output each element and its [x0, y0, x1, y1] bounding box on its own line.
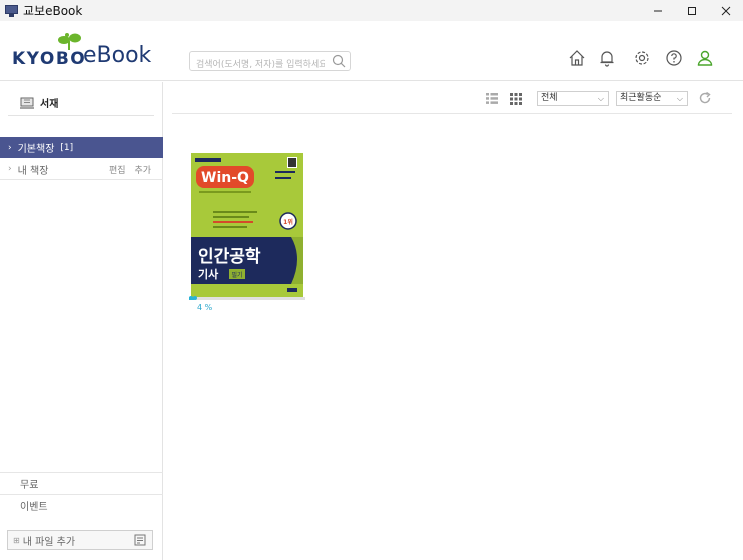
settings-button[interactable] — [632, 48, 652, 68]
edit-shelf-button[interactable]: 편집 — [109, 166, 126, 176]
logo-kyobo-text: KYOBO — [12, 49, 87, 69]
title-bar: 교보eBook — [0, 0, 743, 21]
book-subtitle: 기사 — [198, 267, 219, 281]
sort-value: 최근활동순 — [620, 93, 662, 103]
book-cover-art: Win-Q 1위 인간공학 기사 필기 — [191, 153, 303, 298]
chevron-right-icon: › — [8, 164, 12, 174]
add-my-file-button[interactable]: ⊞ 내 파일 추가 — [7, 530, 153, 550]
search-icon[interactable] — [332, 54, 346, 68]
gear-icon — [635, 51, 649, 65]
refresh-icon[interactable] — [698, 91, 712, 105]
sidebar-item-event[interactable]: 이벤트 — [0, 494, 163, 516]
app-icon — [5, 4, 18, 17]
event-label: 이벤트 — [20, 502, 48, 513]
bell-icon — [600, 51, 614, 67]
memo-icon — [134, 534, 146, 546]
sidebar-item-my-shelf[interactable]: › 내 책장 편집 추가 — [0, 159, 163, 180]
list-view-icon[interactable] — [486, 93, 498, 104]
kyobo-ebook-logo[interactable]: KYOBO eBook — [12, 33, 152, 73]
sort-select[interactable]: 최근활동순 ⌵ — [616, 91, 688, 106]
library-title: 서재 — [40, 99, 59, 110]
free-label: 무료 — [20, 480, 39, 491]
maximize-button[interactable] — [675, 0, 709, 21]
library-header[interactable]: 서재 — [8, 90, 154, 116]
grid-view-icon[interactable] — [510, 93, 522, 105]
sidebar: 서재 › 기본책장 [1] › 내 책장 편집 추가 무료 이벤트 ⊞ 내 파일… — [0, 82, 163, 560]
search-box — [189, 51, 351, 74]
book-cover[interactable]: Win-Q 1위 인간공학 기사 필기 — [191, 153, 303, 298]
basic-shelf-label: 기본책장 — [17, 144, 55, 155]
notification-button[interactable] — [597, 48, 617, 68]
home-button[interactable] — [567, 48, 587, 68]
filter-value: 전체 — [541, 93, 558, 103]
close-icon — [721, 6, 731, 15]
basic-shelf-count: [1] — [60, 142, 74, 153]
logo-ebook-text: eBook — [83, 43, 152, 68]
filter-select[interactable]: 전체 ⌵ — [537, 91, 609, 106]
add-shelf-button[interactable]: 추가 — [134, 166, 151, 176]
help-icon — [666, 50, 682, 66]
account-button[interactable] — [695, 48, 715, 68]
chevron-right-icon: › — [8, 142, 12, 153]
progress-marker — [193, 296, 197, 300]
rank-badge: 1위 — [283, 218, 293, 226]
book-tag: 필기 — [231, 271, 242, 279]
help-button[interactable] — [664, 48, 684, 68]
chevron-down-icon: ⌵ — [597, 94, 604, 103]
chevron-down-icon: ⌵ — [676, 94, 683, 103]
window-title: 교보eBook — [23, 4, 83, 18]
plus-box-icon: ⊞ — [13, 535, 20, 545]
sidebar-item-basic-shelf[interactable]: › 기본책장 [1] — [0, 137, 163, 158]
content-toolbar: 전체 ⌵ 최근활동순 ⌵ — [172, 82, 732, 114]
close-button[interactable] — [709, 0, 743, 21]
my-shelf-label: 내 책장 — [17, 165, 49, 177]
bookshelf-icon — [20, 97, 34, 109]
search-input[interactable] — [190, 56, 325, 74]
book-brand: Win-Q — [201, 170, 249, 186]
add-file-label: 내 파일 추가 — [22, 536, 76, 548]
sidebar-item-free[interactable]: 무료 — [0, 472, 163, 494]
reading-progress-text: 4 % — [197, 303, 213, 312]
book-title: 인간공학 — [198, 247, 261, 267]
maximize-icon — [688, 6, 696, 15]
user-icon — [697, 50, 713, 66]
minimize-icon — [654, 10, 662, 11]
reading-progress-bar — [189, 296, 305, 300]
home-icon — [569, 50, 585, 66]
minimize-button[interactable] — [641, 0, 675, 21]
